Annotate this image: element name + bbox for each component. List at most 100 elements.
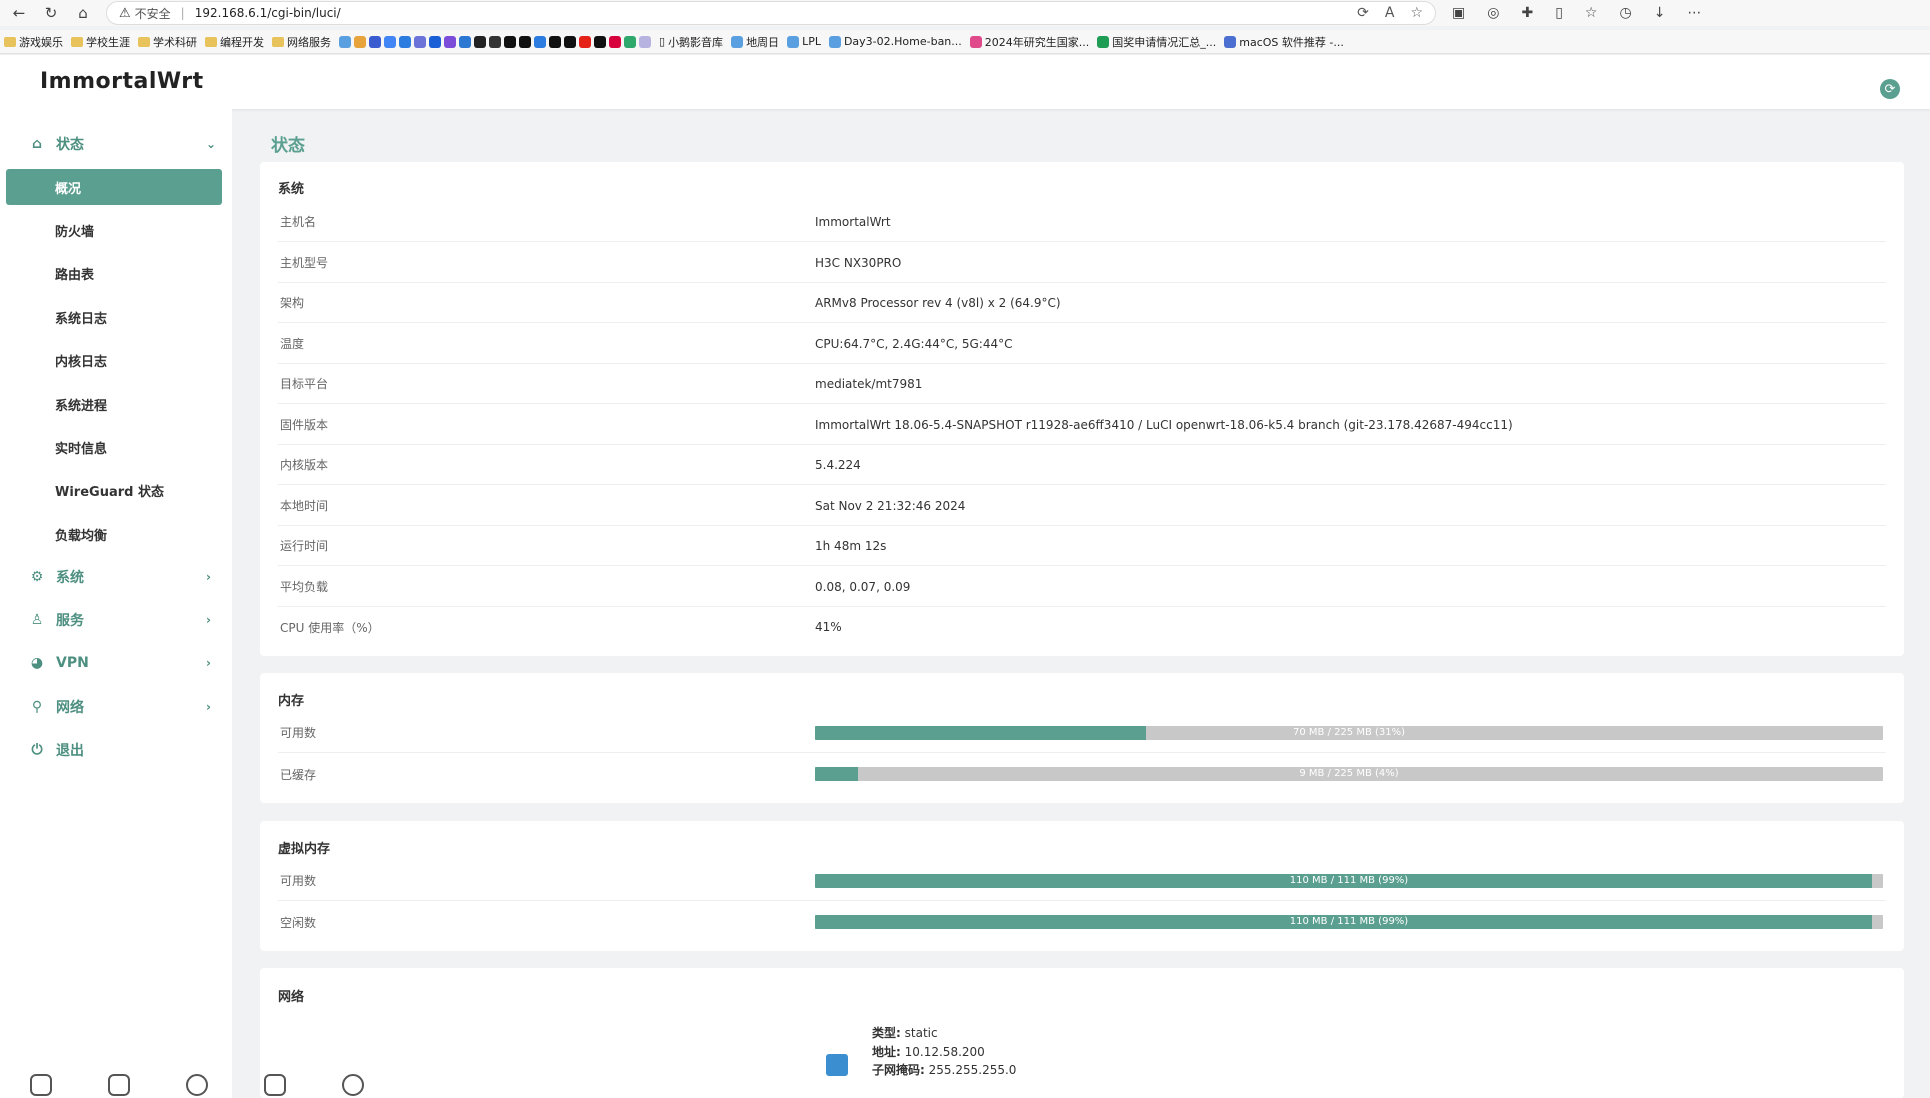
bookmark-folder[interactable]: 学校生涯 xyxy=(71,34,130,50)
chevron-right-icon: › xyxy=(206,656,211,670)
table-row: 温度 CPU:64.7°C, 2.4G:44°C, 5G:44°C xyxy=(278,324,1886,364)
sidebar-item-network[interactable]: ⚲ 网络 › xyxy=(28,695,211,719)
favicon-icon xyxy=(564,35,576,48)
row-value: ImmortalWrt 18.06-5.4-SNAPSHOT r11928-ae… xyxy=(815,417,1513,432)
sidebar-item-routes[interactable]: 路由表 xyxy=(6,255,222,291)
brand-logo[interactable]: ImmortalWrt xyxy=(40,69,204,94)
sidebar-item-processes[interactable]: 系统进程 xyxy=(6,386,222,422)
progress-label: 110 MB / 111 MB (99%) xyxy=(1289,874,1409,886)
sidebar-item-vpn[interactable]: ◕ VPN › xyxy=(28,651,211,675)
split-screen-icon[interactable]: ▯ xyxy=(1555,5,1563,21)
row-key: 本地时间 xyxy=(280,499,329,513)
favicon-icon xyxy=(354,35,366,48)
insecure-label: 不安全 xyxy=(134,6,171,21)
bookmark-favicons[interactable] xyxy=(339,35,651,48)
memory-card: 内存 可用数 70 MB / 225 MB (31%) 已缓存 9 MB / 2… xyxy=(260,673,1904,803)
warning-icon: ⚠ xyxy=(119,5,131,21)
sidebar-item-wireguard[interactable]: WireGuard 状态 xyxy=(6,472,222,508)
favicon-icon xyxy=(489,35,501,48)
row-value: 1h 48m 12s xyxy=(815,538,887,553)
bookmark-folder[interactable]: 学术科研 xyxy=(138,34,197,50)
system-card: 系统 主机名 ImmortalWrt 主机型号 H3C NX30PRO 架构 ARMv… xyxy=(260,162,1904,656)
history-icon[interactable]: ◷ xyxy=(1619,5,1631,21)
table-row: 空闲数 110 MB / 111 MB (99%) xyxy=(278,902,1886,942)
favicon-icon xyxy=(519,35,531,48)
favicon-icon xyxy=(339,35,351,48)
translate-icon[interactable]: ⟳ xyxy=(1357,5,1369,21)
sidebar-item-overview[interactable]: 概况 xyxy=(6,169,222,205)
row-key: 固件版本 xyxy=(280,418,329,432)
row-key: 架构 xyxy=(280,296,305,310)
reload-icon[interactable]: ↻ xyxy=(38,2,64,24)
sidebar-item-load-balance[interactable]: 负载均衡 xyxy=(6,516,222,552)
download-icon[interactable]: ↓ xyxy=(1654,5,1666,21)
table-row: 本地时间 Sat Nov 2 21:32:46 2024 xyxy=(278,486,1886,526)
chevron-right-icon: › xyxy=(206,570,211,584)
table-row: 可用数 110 MB / 111 MB (99%) xyxy=(278,861,1886,901)
row-value: Sat Nov 2 21:32:46 2024 xyxy=(815,498,966,513)
more-icon[interactable]: ⋯ xyxy=(1687,5,1701,21)
network-card: 网络 类型: static 地址: 10.12.58.200 子网掩码: 255… xyxy=(260,968,1904,1098)
favorites-icon[interactable]: ☆ xyxy=(1585,5,1598,21)
bookmark-link[interactable]: macOS 软件推荐 -... xyxy=(1224,34,1344,50)
card-title: 网络 xyxy=(278,990,305,1005)
network-netmask: 子网掩码: 255.255.255.0 xyxy=(872,1063,1017,1077)
sidebar-item-system[interactable]: ⚙ 系统 › xyxy=(28,565,211,589)
table-row: 目标平台 mediatek/mt7981 xyxy=(278,364,1886,404)
url-text[interactable]: 192.168.6.1/cgi-bin/luci/ xyxy=(195,6,341,20)
url-separator: | xyxy=(180,6,185,20)
row-key: 内核版本 xyxy=(280,458,329,472)
refresh-icon[interactable]: ⟳ xyxy=(1880,79,1900,99)
favicon-icon xyxy=(828,35,841,48)
chart-icon[interactable] xyxy=(264,1074,286,1096)
profile-icon[interactable]: ◎ xyxy=(1487,5,1499,21)
user-icon[interactable] xyxy=(342,1074,364,1096)
bookmark-folder[interactable]: 网络服务 xyxy=(272,34,331,50)
bookmark-link[interactable]: ▯ 小鹅影音库 xyxy=(659,34,723,50)
row-value: 5.4.224 xyxy=(815,457,861,472)
favicon-icon xyxy=(594,35,606,48)
bookmark-link[interactable]: 国奖申请情况汇总_... xyxy=(1097,34,1216,50)
back-icon[interactable]: ← xyxy=(6,2,32,24)
compass-icon[interactable] xyxy=(186,1074,208,1096)
favicon-icon xyxy=(787,35,800,48)
address-bar[interactable]: ⚠ 不安全 | 192.168.6.1/cgi-bin/luci/ ⟳ A ☆ xyxy=(106,1,1436,25)
bookmark-link[interactable]: 2024年研究生国家... xyxy=(969,34,1089,50)
bookmark-folder[interactable]: 游戏娱乐 xyxy=(4,34,63,50)
browser-toolbar: ← ↻ ⌂ ⚠ 不安全 | 192.168.6.1/cgi-bin/luci/ … xyxy=(0,0,1930,26)
card-title: 内存 xyxy=(278,694,305,709)
page-icon: ▯ xyxy=(659,35,666,48)
sidebar-item-firewall[interactable]: 防火墙 xyxy=(6,212,222,248)
read-aloud-icon[interactable]: A xyxy=(1385,5,1395,21)
bookmark-link[interactable]: Day3-02.Home-ban... xyxy=(828,35,962,48)
sidebar-item-realtime[interactable]: 实时信息 xyxy=(6,429,222,465)
table-row: 主机型号 H3C NX30PRO xyxy=(278,243,1886,283)
table-row: 可用数 70 MB / 225 MB (31%) xyxy=(278,713,1886,753)
sidebar-item-status[interactable]: ⌂ 状态 ⌄ xyxy=(28,132,216,156)
bookmark-folder[interactable]: 编程开发 xyxy=(205,34,264,50)
table-row: 已缓存 9 MB / 225 MB (4%) xyxy=(278,754,1886,794)
home-icon[interactable] xyxy=(30,1074,52,1096)
home-icon[interactable]: ⌂ xyxy=(70,2,96,24)
row-key: 运行时间 xyxy=(280,539,329,553)
sidebar-item-kernel-log[interactable]: 内核日志 xyxy=(6,342,222,378)
bookmark-link[interactable]: LPL xyxy=(787,35,821,48)
pet-icon[interactable] xyxy=(108,1074,130,1096)
table-row: 内核版本 5.4.224 xyxy=(278,445,1886,485)
progress-label: 70 MB / 225 MB (31%) xyxy=(1292,726,1406,738)
bookmark-link[interactable]: 地周日 xyxy=(731,34,779,50)
extensions-puzzle-icon[interactable]: ✚ xyxy=(1521,5,1533,21)
table-row: 主机名 ImmortalWrt xyxy=(278,202,1886,242)
progress-bar: 110 MB / 111 MB (99%) xyxy=(815,873,1883,888)
sidebar-item-system-log[interactable]: 系统日志 xyxy=(6,299,222,335)
favicon-icon xyxy=(399,35,411,48)
sidebar-item-services[interactable]: ♙ 服务 › xyxy=(28,608,211,632)
favorite-star-icon[interactable]: ☆ xyxy=(1410,5,1423,21)
power-icon: ⏻ xyxy=(31,742,43,758)
sidebar-item-logout[interactable]: ⏻ 退出 xyxy=(28,738,84,762)
favicon-icon xyxy=(969,35,982,48)
favicon-icon xyxy=(459,35,471,48)
extension-icon[interactable]: ▣ xyxy=(1452,5,1465,21)
bookmarks-bar: 游戏娱乐 学校生涯 学术科研 编程开发 网络服务 ▯ 小鹅影音库 地周日 LPL … xyxy=(0,30,1930,54)
row-value: H3C NX30PRO xyxy=(815,255,902,270)
